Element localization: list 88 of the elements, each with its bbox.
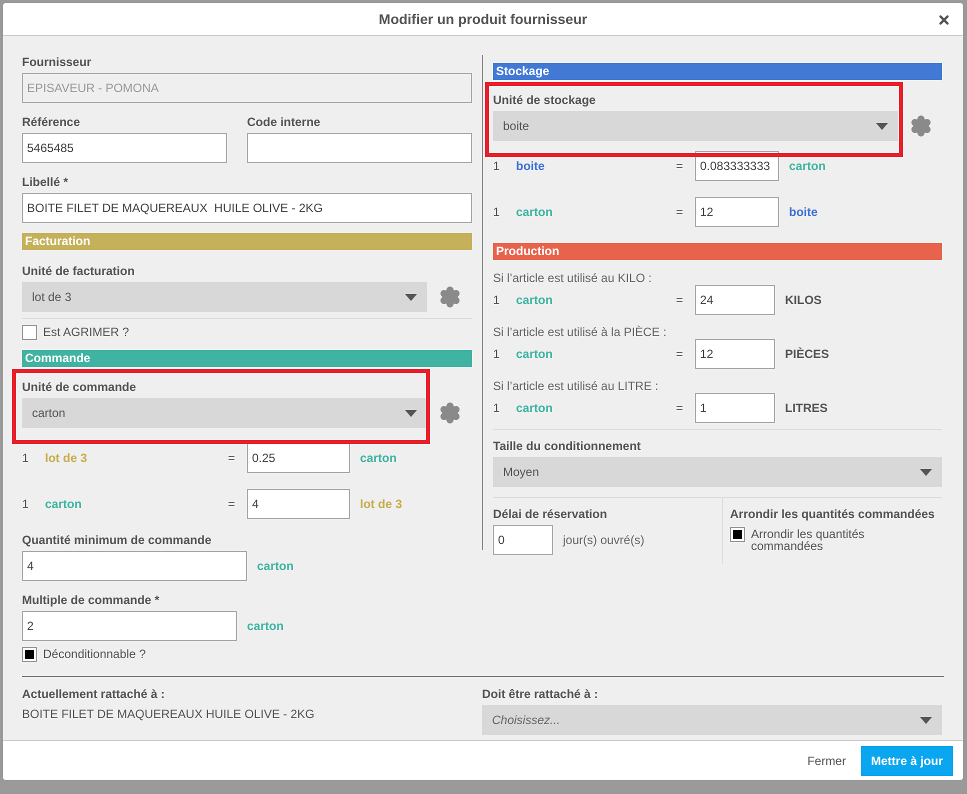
- quantity-text: 1: [22, 496, 30, 513]
- dropdown[interactable]: boite: [493, 111, 898, 141]
- input-field[interactable]: 5465485: [22, 133, 227, 163]
- dropdown[interactable]: carton: [22, 398, 427, 428]
- unit-text: lot de 3: [360, 496, 402, 513]
- settings-icon[interactable]: [439, 402, 461, 424]
- equals-text: =: [676, 400, 684, 417]
- section-header: Stockage: [493, 63, 942, 80]
- equals-text: =: [676, 346, 684, 363]
- unit-text: carton: [360, 450, 397, 467]
- close-icon[interactable]: [937, 13, 951, 27]
- field-label: Actuellement rattaché à :: [22, 687, 166, 701]
- usage-note: Si l’article est utilisé au LITRE :: [493, 379, 660, 393]
- checkbox[interactable]: [730, 527, 745, 542]
- quantity-text: 1: [493, 204, 501, 221]
- caret-icon: [876, 122, 888, 130]
- unit-text: carton: [789, 158, 826, 175]
- unit-text: carton: [45, 496, 83, 513]
- field-label: Fournisseur: [22, 55, 92, 69]
- field-label: Unité de commande: [22, 380, 138, 394]
- field-label: Délai de réservation: [493, 507, 608, 521]
- input-field[interactable]: 0: [493, 525, 553, 555]
- field-label: Unité de facturation: [22, 264, 136, 278]
- section-header: Facturation: [22, 233, 472, 250]
- unit-text: LITRES: [785, 400, 828, 417]
- unit-text: carton: [516, 292, 554, 309]
- checkbox[interactable]: [22, 325, 37, 340]
- attached-product: BOITE FILET DE MAQUEREAUX HUILE OLIVE - 2KG: [22, 706, 316, 723]
- field-label: Arrondir les quantités commandées: [730, 507, 935, 521]
- close-button[interactable]: Fermer: [805, 752, 848, 770]
- input-field[interactable]: [247, 133, 472, 163]
- field-label: Taille du conditionnement: [493, 439, 642, 453]
- field-label: Référence: [22, 115, 82, 129]
- section-header: Commande: [22, 350, 472, 367]
- field-label: Doit être rattaché à :: [482, 687, 600, 701]
- quantity-text: 1: [493, 400, 501, 417]
- input-field[interactable]: 4: [247, 489, 350, 519]
- checkbox[interactable]: [22, 647, 37, 662]
- field-label: Libellé *: [22, 175, 70, 189]
- unit-text: carton: [247, 618, 284, 635]
- unit-text: lot de 3: [45, 450, 88, 467]
- dropdown[interactable]: Choisissez...: [482, 705, 942, 735]
- quantity-text: 1: [22, 450, 30, 467]
- field-label: Multiple de commande *: [22, 593, 160, 607]
- dropdown[interactable]: Moyen: [493, 457, 942, 487]
- section-header: Production: [493, 243, 942, 260]
- input-field[interactable]: 12: [695, 339, 775, 369]
- unit-text: boite: [789, 204, 818, 221]
- equals-text: =: [228, 450, 236, 467]
- unit-text: carton: [257, 558, 294, 575]
- equals-text: =: [676, 292, 684, 309]
- caret-icon: [920, 468, 932, 476]
- unit-text: carton: [516, 400, 554, 417]
- dropdown[interactable]: lot de 3: [22, 282, 427, 312]
- input-field[interactable]: BOITE FILET DE MAQUEREAUX HUILE OLIVE - 2KG: [22, 193, 472, 223]
- field-label: Quantité minimum de commande: [22, 533, 212, 547]
- input-field[interactable]: 1: [695, 393, 775, 423]
- input-field[interactable]: 0.083333333: [695, 151, 779, 181]
- usage-note: Si l’article est utilisé à la PIÈCE :: [493, 325, 668, 339]
- unit-text: boite: [516, 158, 546, 175]
- dialog-title: Modifier un produit fournisseur: [378, 10, 588, 29]
- quantity-text: 1: [493, 158, 501, 175]
- unit-text: carton: [516, 204, 554, 221]
- quantity-text: 1: [493, 346, 501, 363]
- checkbox-label: Est AGRIMER ?: [43, 326, 130, 338]
- settings-icon[interactable]: [439, 286, 461, 308]
- checkbox-label: Déconditionnable ?: [43, 648, 146, 660]
- input-field[interactable]: 4: [22, 551, 247, 581]
- equals-text: =: [228, 496, 236, 513]
- equals-text: =: [676, 204, 684, 221]
- caret-icon: [405, 410, 417, 416]
- input-field[interactable]: 12: [695, 197, 779, 227]
- field-label: Code interne: [247, 115, 322, 129]
- unit-text: jour(s) ouvré(s): [563, 532, 644, 549]
- caret-icon: [405, 294, 417, 300]
- equals-text: =: [676, 158, 684, 175]
- usage-note: Si l’article est utilisé au KILO :: [493, 271, 653, 285]
- quantity-text: 1: [493, 292, 501, 309]
- input-field[interactable]: 0.25: [247, 443, 350, 473]
- caret-icon: [920, 716, 932, 724]
- field-label: Unité de stockage: [493, 93, 597, 107]
- unit-text: carton: [516, 346, 554, 363]
- unit-text: PIÈCES: [785, 346, 830, 363]
- settings-icon[interactable]: [910, 115, 932, 137]
- unit-text: KILOS: [785, 292, 822, 309]
- input-field[interactable]: 2: [22, 611, 237, 641]
- checkbox-label: Arrondir les quantités commandées: [751, 528, 866, 552]
- input-field[interactable]: 24: [695, 285, 775, 315]
